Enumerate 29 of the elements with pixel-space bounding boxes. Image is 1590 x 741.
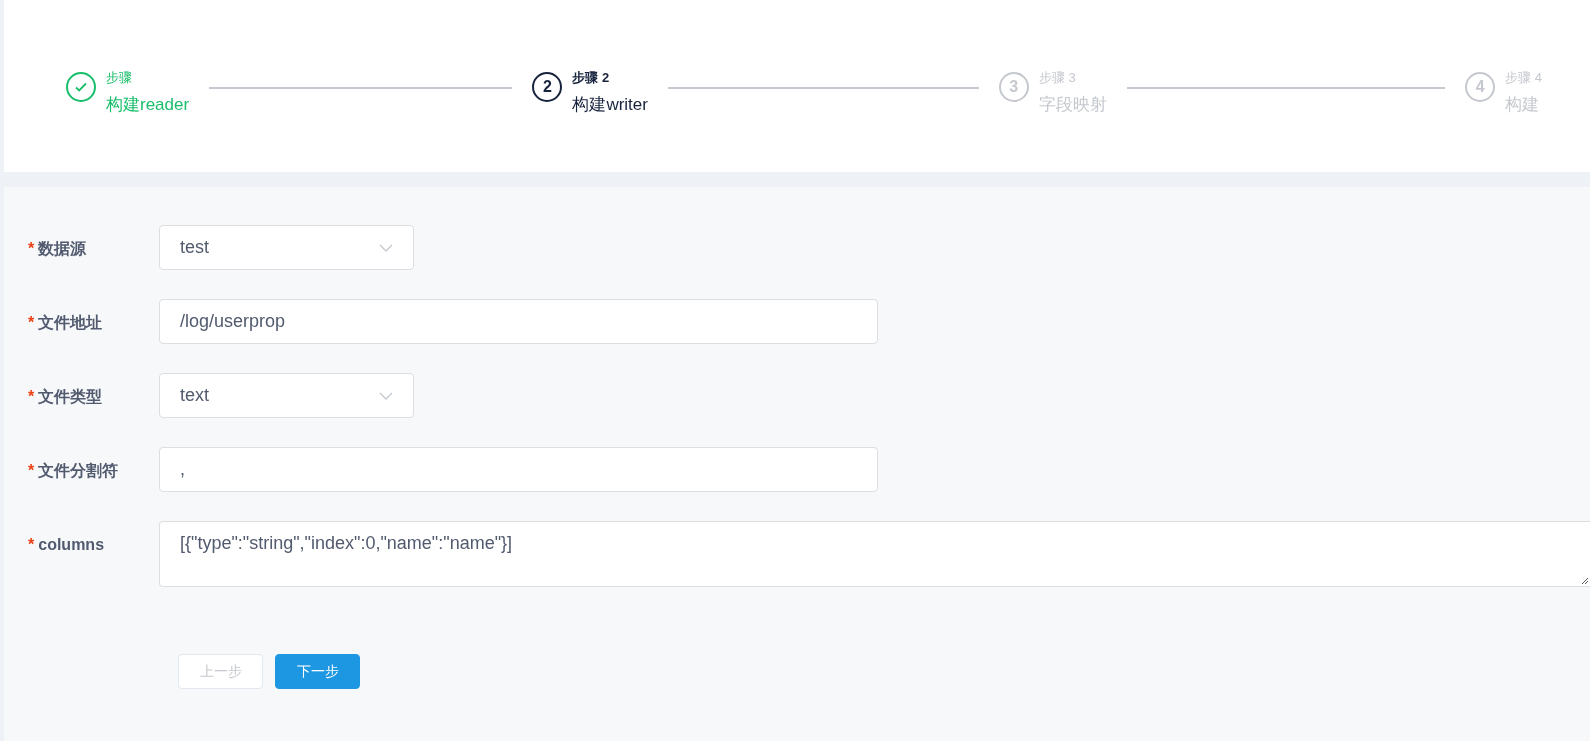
select-field[interactable]: test — [159, 225, 414, 270]
step-caption: 步骤 2 — [572, 70, 611, 86]
step-number-icon: 4 — [1465, 72, 1496, 102]
chevron-down-icon — [379, 391, 393, 400]
field-label: 数据源 — [38, 239, 87, 259]
step-title: 构建reader — [106, 94, 190, 116]
field-label: 文件分割符 — [38, 461, 119, 481]
required-mark: * — [28, 239, 35, 259]
step-number-icon: 2 — [532, 72, 563, 102]
step-number-icon: 3 — [998, 72, 1029, 102]
required-mark: * — [28, 535, 35, 555]
step-caption: 步骤 4 — [1505, 70, 1542, 86]
field-label: columns — [38, 535, 105, 555]
step-title: 构建writer — [572, 94, 648, 116]
resize-handle-icon — [1581, 577, 1589, 585]
required-mark: * — [28, 461, 35, 481]
field-label: 文件地址 — [38, 313, 103, 333]
step-caption: 步骤 — [106, 70, 133, 86]
input-field[interactable]: , — [159, 447, 878, 492]
required-mark: * — [28, 387, 35, 407]
text-area[interactable]: [{"type":"string","index":0,"name":"name"}] — [159, 521, 1590, 587]
input-field[interactable]: /log/userprop — [159, 299, 878, 344]
field-label: 文件类型 — [38, 387, 103, 407]
step-title: 字段映射 — [1038, 94, 1107, 116]
step-caption: 步骤 3 — [1038, 70, 1077, 86]
select-field[interactable]: text — [159, 373, 414, 418]
step-title: 构建 — [1505, 94, 1541, 116]
required-mark: * — [28, 313, 35, 333]
chevron-down-icon — [379, 243, 393, 252]
